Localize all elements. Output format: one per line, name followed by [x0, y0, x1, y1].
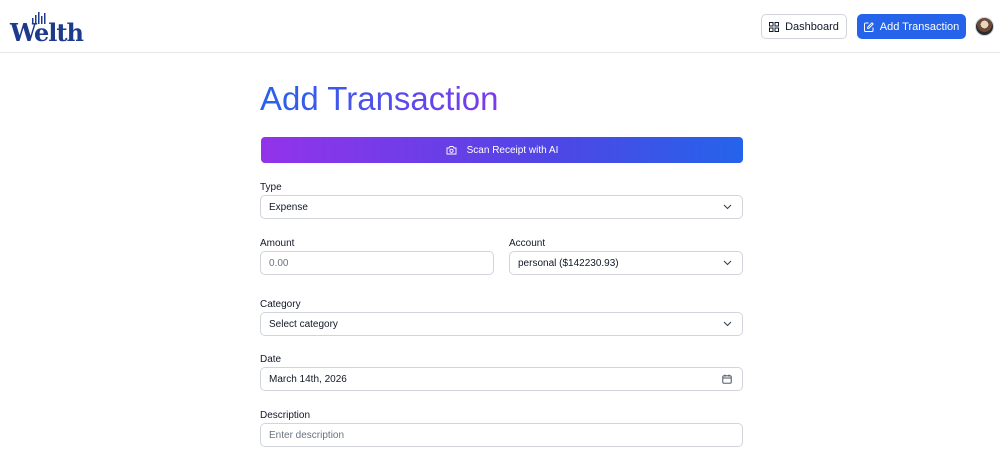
pen-square-icon — [863, 21, 874, 32]
date-picker[interactable]: March 14th, 2026 — [260, 367, 743, 391]
logo-text: Welth — [10, 18, 84, 47]
date-label: Date — [260, 354, 282, 365]
chevron-down-icon — [723, 260, 732, 266]
account-select[interactable]: personal ($142230.93) — [509, 251, 743, 275]
scan-receipt-button[interactable]: Scan Receipt with AI — [261, 137, 743, 163]
category-select[interactable]: Select category — [260, 312, 743, 336]
account-label: Account — [509, 238, 546, 249]
amount-input[interactable]: 0.00 — [260, 251, 494, 275]
dashboard-button[interactable]: Dashboard — [761, 14, 847, 39]
welth-logo[interactable]: Welth — [10, 8, 84, 47]
category-select-value: Select category — [269, 318, 338, 330]
add-transaction-button[interactable]: Add Transaction — [857, 14, 966, 39]
dashboard-button-label: Dashboard — [785, 20, 839, 33]
amount-placeholder: 0.00 — [269, 257, 289, 269]
camera-icon — [446, 146, 457, 155]
chevron-down-icon — [723, 204, 732, 210]
type-select[interactable]: Expense — [260, 195, 743, 219]
date-picker-value: March 14th, 2026 — [269, 373, 347, 385]
description-label: Description — [260, 410, 311, 421]
amount-label: Amount — [260, 238, 295, 249]
top-navbar: Welth Dashboard Add Transaction — [0, 0, 1000, 53]
chevron-down-icon — [723, 321, 732, 327]
page-title: Add Transaction — [260, 80, 499, 117]
calendar-icon — [722, 374, 732, 384]
layout-grid-icon — [769, 21, 780, 32]
user-avatar[interactable] — [975, 17, 994, 36]
scan-receipt-label: Scan Receipt with AI — [466, 144, 559, 156]
description-input[interactable]: Enter description — [260, 423, 743, 447]
type-label: Type — [260, 182, 282, 193]
account-select-value: personal ($142230.93) — [518, 257, 619, 269]
type-select-value: Expense — [269, 201, 308, 213]
add-transaction-button-label: Add Transaction — [879, 20, 960, 33]
description-placeholder: Enter description — [269, 429, 345, 441]
category-label: Category — [260, 299, 301, 310]
